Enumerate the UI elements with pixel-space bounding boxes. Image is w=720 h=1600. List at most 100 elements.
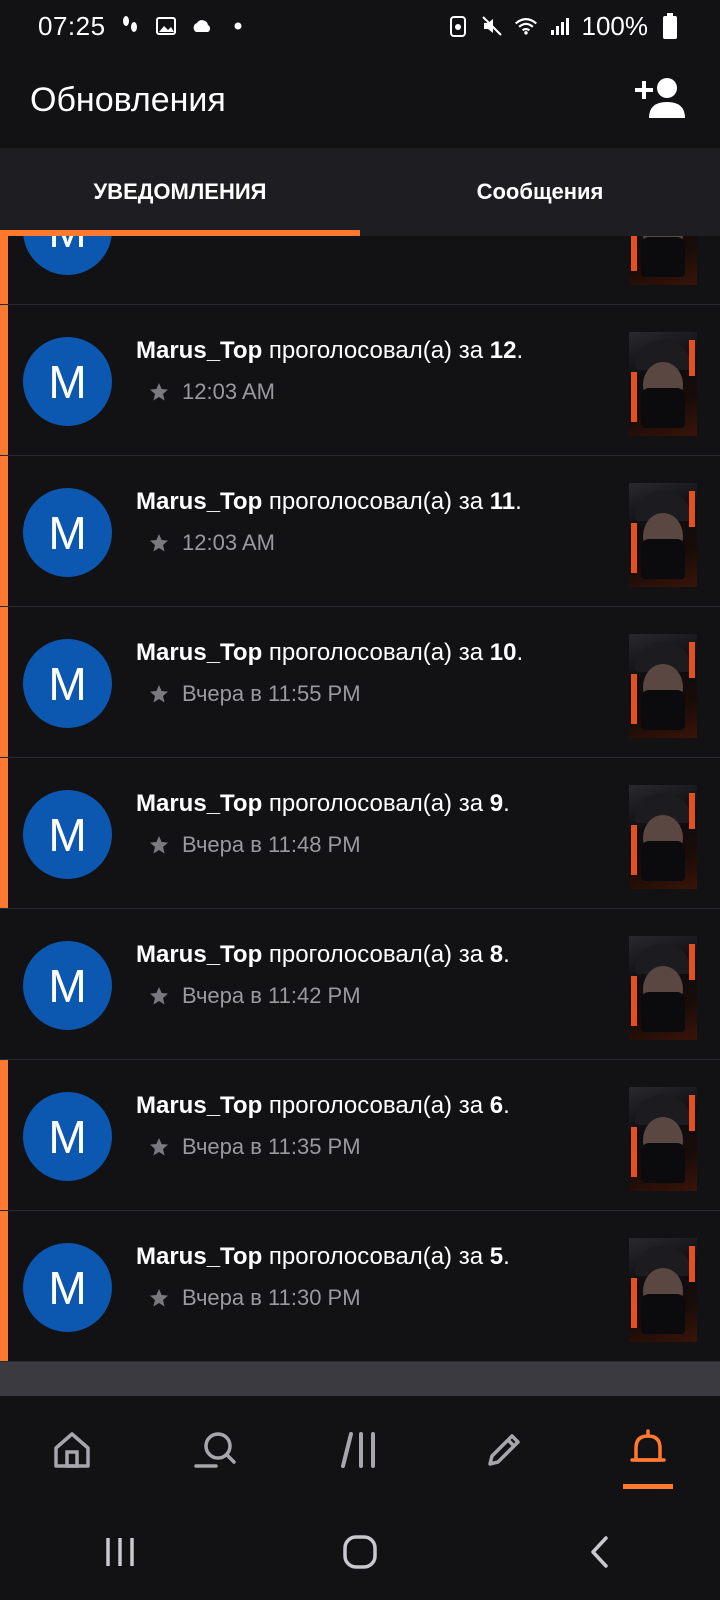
avatar[interactable]: M [23,639,112,728]
notification-user[interactable]: Marus_Top [136,639,262,666]
tab-bar: УВЕДОМЛЕНИЯ Сообщения [0,148,720,236]
notification-action: проголосовал(а) за [262,941,490,968]
notification-action: проголосовал(а) за [262,1243,490,1270]
avatar-letter: M [48,236,86,258]
battery-icon [658,13,682,39]
notification-text: Marus_Top проголосовал(а) за 8. Вчера в 1… [136,939,610,1009]
notification-chapter: 10 [489,639,517,666]
battery-saver-icon [446,14,470,38]
notification-time: Вчера в 11:42 PM [182,983,361,1008]
notification-row[interactable]: M Marus_Top проголосовал(а) за 11. 12:03 A… [0,456,720,607]
story-cover-thumbnail[interactable] [629,634,697,738]
notification-time: Вчера в 11:48 PM [182,832,361,857]
avatar[interactable]: M [23,337,112,426]
back-button[interactable] [560,1524,640,1584]
notification-list[interactable]: M31 минуту назадMMarus_Top проголосовал(… [0,236,720,1396]
signal-icon [548,14,572,38]
nav-notifications[interactable] [603,1407,693,1497]
notification-text: Marus_Top проголосовал(а) за 5. Вчера в 1… [136,1241,610,1311]
notification-title: Marus_Top проголосовал(а) за 6. [136,1092,510,1119]
story-cover-thumbnail[interactable] [629,236,697,285]
notification-chapter: 5 [489,1243,504,1270]
avatar-letter: M [48,1261,87,1314]
nav-home[interactable] [27,1407,117,1497]
star-icon [148,834,170,856]
avatar-letter: M [48,1110,87,1163]
avatar-letter: M [48,355,87,408]
app-header: Обновления [0,52,720,148]
notification-user[interactable]: Marus_Top [136,488,262,515]
story-cover-thumbnail[interactable] [629,785,697,889]
story-cover-thumbnail[interactable] [629,936,697,1040]
notification-title: Marus_Top проголосовал(а) за 12. [136,337,524,364]
notification-chapter: 8 [489,941,504,968]
notification-rows: M31 минуту назадMMarus_Top проголосовал(… [0,236,720,1396]
avatar[interactable]: M [23,790,112,879]
tab-notifications[interactable]: УВЕДОМЛЕНИЯ [0,148,360,236]
story-cover-thumbnail[interactable] [629,1087,697,1191]
avatar-letter: M [48,506,87,559]
notification-user[interactable]: Marus_Top [136,1243,262,1270]
story-cover-thumbnail[interactable] [629,1238,697,1342]
notification-meta: Вчера в 11:48 PM [136,832,610,858]
story-cover-thumbnail[interactable] [629,483,697,587]
notification-time: 12:03 AM [182,379,275,404]
notification-title: Marus_Top проголосовал(а) за 5. [136,1243,510,1270]
notification-user[interactable]: Marus_Top [136,337,262,364]
search-icon [192,1428,240,1477]
home-button[interactable] [320,1524,400,1584]
nav-search[interactable] [171,1407,261,1497]
notification-chapter: 6 [489,1092,504,1119]
recents-button[interactable] [80,1524,160,1584]
tab-messages[interactable]: Сообщения [360,148,720,236]
notification-row[interactable]: M Marus_Top проголосовал(а) за 8. Вчера в … [0,909,720,1060]
system-nav [0,1508,720,1600]
notification-user[interactable]: Marus_Top [136,1092,262,1119]
notification-text: Marus_Top проголосовал(а) за 9. Вчера в 1… [136,788,610,858]
nav-library[interactable] [315,1407,405,1497]
notification-action: проголосовал(а) за [262,639,490,666]
notification-chapter: 11 [489,488,516,515]
avatar[interactable]: M [23,1243,112,1332]
story-cover-thumbnail[interactable] [629,332,697,436]
notification-text: Marus_Top проголосовал(а) за 6. Вчера в 1… [136,1090,610,1160]
recents-icon [103,1536,137,1573]
notification-action: проголосовал(а) за [262,1092,490,1119]
notification-time: Вчера в 11:35 PM [182,1134,361,1159]
nav-write[interactable] [459,1407,549,1497]
notification-row[interactable]: M Marus_Top проголосовал(а) за 12. 12:03 A… [0,305,720,456]
library-icon [337,1428,383,1477]
avatar[interactable]: M [23,941,112,1030]
tab-label: Сообщения [476,179,604,204]
notification-row-partial[interactable] [0,1362,720,1396]
notification-user[interactable]: Marus_Top [136,941,262,968]
notification-user[interactable]: Marus_Top [136,790,262,817]
notification-row[interactable]: M Marus_Top проголосовал(а) за 6. Вчера в … [0,1060,720,1211]
star-icon [148,532,170,554]
notification-row[interactable]: M Marus_Top проголосовал(а) за 5. Вчера в … [0,1211,720,1362]
notification-meta: Вчера в 11:42 PM [136,983,610,1009]
notification-row[interactable]: M Marus_Top проголосовал(а) за 10. Вчера в… [0,607,720,758]
star-icon [148,381,170,403]
notification-action: проголосовал(а) за [262,337,490,364]
avatar[interactable]: M [23,488,112,577]
notification-action: проголосовал(а) за [262,488,490,515]
avatar[interactable]: M [23,1092,112,1181]
notification-time: 12:03 AM [182,530,275,555]
notification-meta: Вчера в 11:35 PM [136,1134,610,1160]
notification-row[interactable]: M Marus_Top проголосовал(а) за 9. Вчера в … [0,758,720,909]
notification-meta: 12:03 AM [136,530,610,556]
notification-text: Marus_Top проголосовал(а) за 10. Вчера в … [136,637,610,707]
nav-active-indicator [623,1484,673,1489]
star-icon [148,1136,170,1158]
bottom-nav [0,1396,720,1508]
cloud-icon [190,14,214,38]
page-title: Обновления [30,80,226,119]
avatar[interactable]: M [23,236,112,275]
add-user-button[interactable] [634,72,690,128]
star-icon [148,1287,170,1309]
notification-row[interactable]: M31 минуту назад [0,236,720,305]
notification-time: Вчера в 11:55 PM [182,681,361,706]
notification-text: Marus_Top проголосовал(а) за 11. 12:03 AM [136,486,610,556]
bell-icon [626,1428,670,1477]
